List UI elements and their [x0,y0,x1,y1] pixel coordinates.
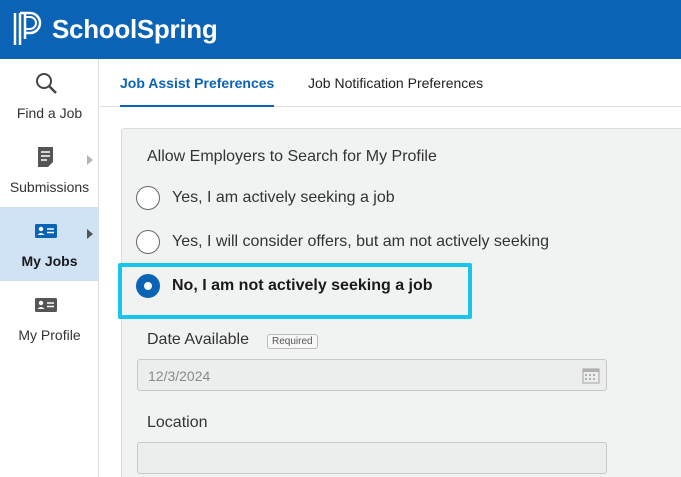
date-available-field[interactable]: 12/3/2024 [137,359,607,391]
app-header: SchoolSpring [0,0,681,59]
schoolspring-logo-icon[interactable] [12,11,42,47]
date-available-value: 12/3/2024 [148,368,211,384]
radio-label: Yes, I am actively seeking a job [172,189,395,206]
sidebar-item-submissions[interactable]: Submissions [0,133,99,207]
sidebar-item-my-jobs[interactable]: My Jobs [0,207,99,281]
document-icon [38,147,53,167]
tab-job-assist-preferences[interactable]: Job Assist Preferences [120,75,275,107]
date-available-label: Date Available [147,331,249,348]
calendar-icon[interactable] [582,366,600,384]
radio-button[interactable] [136,186,160,210]
preferences-tabs: Job Assist Preferences Job Notification … [100,59,681,107]
sidebar-item-my-profile[interactable]: My Profile [0,281,99,355]
option-consider-offers[interactable]: Yes, I will consider offers, but am not … [136,229,549,255]
sidebar-item-label: Submissions [9,179,90,195]
profile-card-icon [35,298,57,312]
chevron-right-icon [87,155,93,165]
required-badge: Required [267,334,318,349]
search-icon [36,73,57,94]
brand-name[interactable]: SchoolSpring [52,14,218,45]
section-title: Allow Employers to Search for My Profile [147,148,437,165]
location-label: Location [147,414,208,431]
location-field[interactable] [137,442,607,474]
chevron-right-icon [87,229,93,239]
sidebar-nav: Find a Job Submissions My Jobs My Profil… [0,59,99,477]
sidebar-item-label: Find a Job [16,105,83,121]
option-actively-seeking[interactable]: Yes, I am actively seeking a job [136,185,395,211]
sidebar-item-find-a-job[interactable]: Find a Job [0,59,99,133]
radio-label: Yes, I will consider offers, but am not … [172,233,550,250]
sidebar-item-label: My Profile [18,327,81,343]
selection-highlight [118,263,472,319]
sidebar-item-label: My Jobs [21,253,78,269]
tab-job-notification-preferences[interactable]: Job Notification Preferences [308,75,483,107]
radio-button[interactable] [136,230,160,254]
id-card-icon [35,224,57,238]
